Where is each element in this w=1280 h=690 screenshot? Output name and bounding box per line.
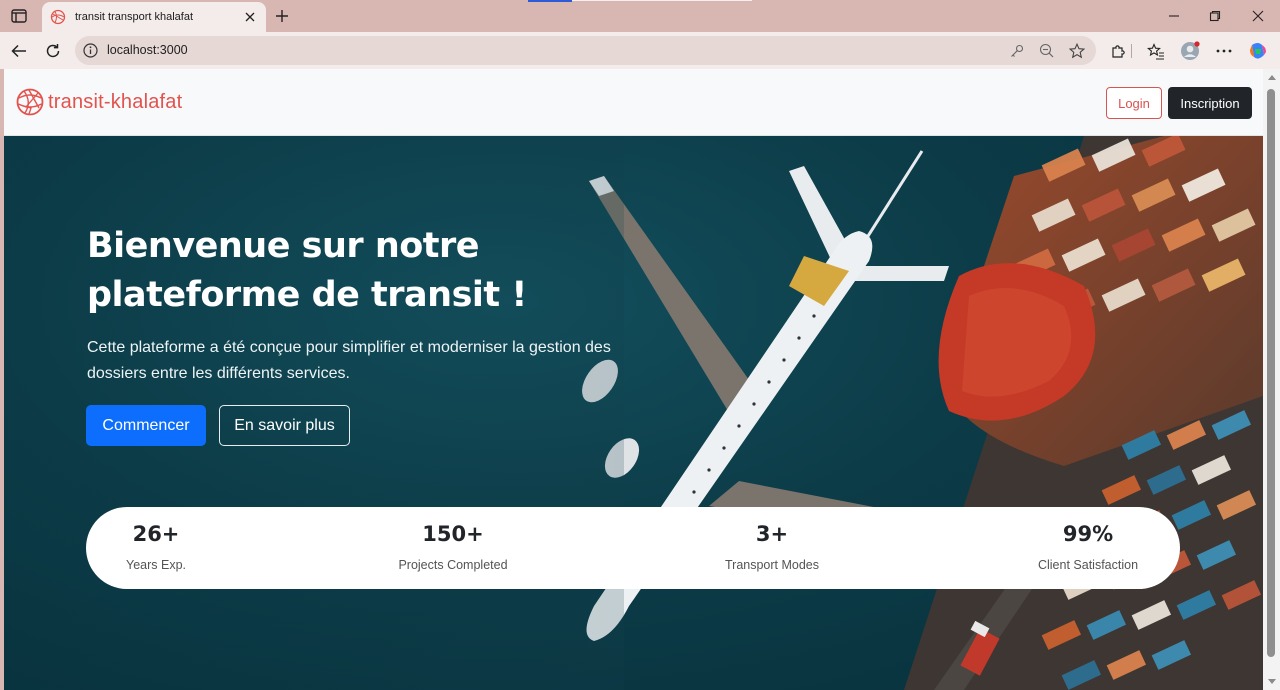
login-button[interactable]: Login — [1106, 87, 1162, 119]
stat-value: 150+ — [422, 522, 484, 546]
hero-title-line2: plateforme de transit ! — [87, 275, 527, 315]
scroll-up-arrow-icon[interactable] — [1268, 75, 1276, 80]
address-bar[interactable]: localhost:3000 — [75, 36, 1096, 65]
brand-name: transit-khalafat — [48, 90, 183, 113]
url-text[interactable]: localhost:3000 — [107, 43, 188, 57]
stat-label: Client Satisfaction — [1037, 558, 1139, 572]
browser-tab-bar: transit transport khalafat — [0, 0, 1280, 32]
toolbar-divider — [1131, 44, 1132, 58]
puzzle-icon[interactable] — [1108, 41, 1128, 61]
scroll-down-arrow-icon[interactable] — [1268, 679, 1276, 684]
hero-title-line1: Bienvenue sur notre — [87, 226, 480, 266]
stat-value: 99% — [1062, 522, 1114, 546]
zoom-out-icon[interactable] — [1038, 42, 1055, 59]
browser-toolbar: localhost:3000 — [0, 32, 1280, 69]
window-close-icon[interactable] — [1248, 6, 1268, 26]
page-viewport: transit-khalafat Login Inscription Bienv… — [4, 69, 1263, 690]
stat-item: 150+ Projects Completed — [373, 507, 533, 589]
stat-value: 3+ — [755, 522, 789, 546]
learn-more-button[interactable]: En savoir plus — [219, 405, 350, 446]
stat-value: 26+ — [132, 522, 180, 546]
sidebar-toggle-icon[interactable] — [8, 6, 30, 26]
hero-title: Bienvenue sur notre plateforme de transi… — [87, 222, 647, 320]
tab-drag-indicator-track — [572, 0, 752, 1]
stats-bar: 26+ Years Exp. 150+ Projects Completed 3… — [86, 507, 1180, 589]
tab-title: transit transport khalafat — [75, 11, 194, 23]
stat-item: 26+ Years Exp. — [86, 507, 226, 589]
tab-drag-indicator — [528, 0, 572, 2]
back-arrow-icon[interactable] — [8, 40, 30, 62]
more-icon[interactable] — [1214, 41, 1234, 61]
signup-button[interactable]: Inscription — [1168, 87, 1252, 119]
info-icon[interactable] — [82, 42, 99, 59]
active-tab[interactable]: transit transport khalafat — [42, 2, 266, 32]
hero-section: Bienvenue sur notre plateforme de transi… — [4, 136, 1263, 690]
stat-item: 3+ Transport Modes — [692, 507, 852, 589]
scroll-thumb[interactable] — [1267, 89, 1275, 657]
new-tab-icon[interactable] — [272, 6, 292, 26]
globe-icon — [50, 9, 66, 25]
stat-label: Projects Completed — [398, 558, 508, 572]
key-icon[interactable] — [1008, 42, 1025, 59]
profile-icon[interactable] — [1180, 41, 1200, 61]
copilot-icon[interactable] — [1248, 41, 1268, 61]
close-icon[interactable] — [242, 9, 258, 25]
favorites-list-icon[interactable] — [1146, 41, 1166, 61]
minimize-icon[interactable] — [1164, 6, 1184, 26]
hero-subtitle-line2: dossiers entre les différents services. — [87, 365, 350, 382]
restore-icon[interactable] — [1205, 6, 1225, 26]
reload-icon[interactable] — [42, 40, 64, 62]
stat-item: 99% Client Satisfaction — [1008, 507, 1168, 589]
star-icon[interactable] — [1068, 42, 1085, 59]
site-navbar: transit-khalafat Login Inscription — [4, 69, 1263, 136]
hero-subtitle-line1: Cette plateforme a été conçue pour simpl… — [87, 339, 611, 356]
hero-subtitle: Cette plateforme a été conçue pour simpl… — [87, 335, 647, 387]
logo-globe-icon — [15, 86, 45, 118]
stat-label: Transport Modes — [724, 558, 820, 572]
start-button[interactable]: Commencer — [86, 405, 206, 446]
brand-link[interactable]: transit-khalafat — [15, 86, 182, 118]
stat-label: Years Exp. — [126, 558, 186, 572]
page-scrollbar[interactable] — [1263, 69, 1280, 690]
